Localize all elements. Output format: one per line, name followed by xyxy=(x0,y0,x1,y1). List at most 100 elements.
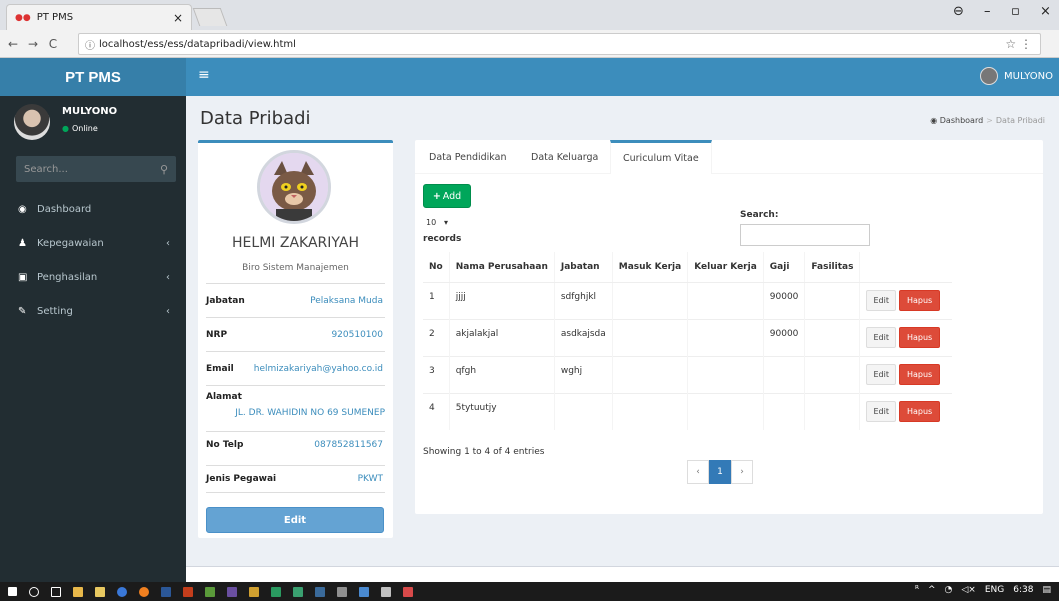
url-input[interactable]: ⓘ localhost/ess/ess/datapribadi/view.htm… xyxy=(78,33,1041,55)
brand-logo[interactable]: PT PMS xyxy=(0,58,186,96)
prev-page-button[interactable]: ‹ xyxy=(687,460,709,484)
row-edit-button[interactable]: Edit xyxy=(866,290,896,311)
close-tab-icon[interactable]: × xyxy=(173,11,183,25)
app-icon[interactable] xyxy=(403,586,413,597)
table-row: 3 qfgh wghj Edit Hapus xyxy=(423,355,952,393)
page-1-button[interactable]: 1 xyxy=(709,460,731,484)
firefox-icon[interactable] xyxy=(139,586,149,597)
add-label: Add xyxy=(442,190,462,202)
cell-keluar xyxy=(687,355,764,393)
search-icon[interactable] xyxy=(29,586,39,597)
maximize-icon[interactable]: ▫ xyxy=(1011,4,1020,19)
profile-box: HELMI ZAKARIYAH Biro Sistem Manajemen Ja… xyxy=(198,140,393,538)
row-edit-button[interactable]: Edit xyxy=(866,327,896,348)
powerpoint-icon[interactable] xyxy=(183,586,193,597)
minimize-icon[interactable]: – xyxy=(984,4,991,19)
people-icon[interactable]: ᴿ xyxy=(915,585,919,595)
reload-icon[interactable]: C xyxy=(46,37,60,51)
language-indicator[interactable]: ENG xyxy=(985,585,1004,595)
column-header[interactable]: No xyxy=(423,252,450,283)
network-icon[interactable]: ◔ xyxy=(945,585,953,595)
row-delete-button[interactable]: Hapus xyxy=(898,290,941,311)
add-button[interactable]: + Add xyxy=(423,184,471,208)
word-icon[interactable] xyxy=(161,586,171,597)
next-page-button[interactable]: › xyxy=(731,460,753,484)
chrome-icon[interactable] xyxy=(117,586,127,597)
user-avatar xyxy=(14,104,50,140)
chevron-left-icon: ‹ xyxy=(166,237,170,249)
user-icon: ♟ xyxy=(18,237,27,249)
column-header[interactable]: Gaji xyxy=(762,252,805,283)
speaker-icon[interactable]: ◁× xyxy=(961,585,975,595)
info-icon: ⓘ xyxy=(85,40,95,52)
url-text: localhost/ess/ess/datapribadi/view.html xyxy=(99,38,296,50)
app-icon[interactable] xyxy=(271,586,281,597)
field-label: Jenis Pegawai xyxy=(206,474,277,484)
table-row: 1 jjjj sdfghjkl 90000 Edit Hapus xyxy=(423,281,952,319)
browser-tab[interactable]: ●● PT PMS × xyxy=(6,4,192,30)
row-delete-button[interactable]: Hapus xyxy=(898,327,941,348)
search-icon[interactable]: ⚲ xyxy=(160,163,168,176)
app-icon[interactable] xyxy=(293,586,303,597)
tab-data-pendidikan[interactable]: Data Pendidikan xyxy=(417,140,518,174)
cell-perusahaan: 5tytuutjy xyxy=(448,392,555,430)
cell-actions: Edit Hapus xyxy=(859,281,952,319)
table-search-input[interactable] xyxy=(740,224,870,246)
app-icon[interactable] xyxy=(337,586,347,597)
column-header[interactable]: Masuk Kerja xyxy=(611,252,688,283)
app-icon[interactable] xyxy=(227,586,237,597)
file-explorer-icon[interactable] xyxy=(95,586,105,597)
cell-masuk xyxy=(611,318,688,356)
app-icon[interactable] xyxy=(249,586,259,597)
records-length-select[interactable]: 10 ▾ xyxy=(423,214,451,230)
app-icon[interactable] xyxy=(315,586,325,597)
app-icon[interactable] xyxy=(205,586,215,597)
dashboard-icon: ◉ xyxy=(18,203,27,215)
sidebar-item-setting[interactable]: ✎ Setting ‹ xyxy=(0,294,186,328)
windows-start-icon[interactable] xyxy=(8,587,17,596)
cell-no: 2 xyxy=(423,318,450,356)
cell-no: 3 xyxy=(423,355,450,393)
cell-perusahaan: qfgh xyxy=(448,355,555,393)
tab-data-keluarga[interactable]: Data Keluarga xyxy=(519,140,610,174)
column-header[interactable]: Keluar Kerja xyxy=(687,252,764,283)
close-window-icon[interactable]: × xyxy=(1040,4,1051,19)
chevron-up-icon[interactable]: ^ xyxy=(928,585,936,595)
profile-row-nrp: NRP 920510100 xyxy=(206,317,385,351)
row-edit-button[interactable]: Edit xyxy=(866,364,896,385)
field-value: 087852811567 xyxy=(314,440,383,450)
cell-perusahaan: akjalakjal xyxy=(448,318,555,356)
sidebar-item-penghasilan[interactable]: ▣ Penghasilan ‹ xyxy=(0,260,186,294)
account-icon[interactable]: ⊖ xyxy=(953,4,964,19)
column-header[interactable]: Fasilitas xyxy=(804,252,860,283)
sidebar-item-kepegawaian[interactable]: ♟ Kepegawaian ‹ xyxy=(0,226,186,260)
app-icon[interactable] xyxy=(359,586,369,597)
store-icon[interactable] xyxy=(73,586,83,597)
records-label: records xyxy=(423,234,462,244)
breadcrumb: ◉ Dashboard > Data Pribadi xyxy=(930,116,1045,125)
column-header[interactable]: Nama Perusahaan xyxy=(448,252,555,283)
bookmark-star-icon[interactable]: ☆ ⋮ xyxy=(1005,37,1032,51)
row-edit-button[interactable]: Edit xyxy=(866,401,896,423)
row-delete-button[interactable]: Hapus xyxy=(898,401,941,423)
task-view-icon[interactable] xyxy=(51,586,61,597)
profile-edit-button[interactable]: Edit xyxy=(206,507,384,533)
profile-row-alamat: Alamat JL. DR. WAHIDIN NO 69 SUMENEP xyxy=(206,385,385,431)
breadcrumb-link[interactable]: Dashboard xyxy=(940,116,983,125)
breadcrumb-separator: > xyxy=(986,116,993,125)
sidebar-search-input[interactable]: Search... ⚲ xyxy=(16,156,176,182)
sidebar-item-dashboard[interactable]: ◉ Dashboard xyxy=(0,192,186,226)
tab-curiculum-vitae[interactable]: Curiculum Vitae xyxy=(610,140,712,174)
cell-gaji: 90000 xyxy=(762,318,805,356)
row-delete-button[interactable]: Hapus xyxy=(898,364,941,385)
app-icon[interactable] xyxy=(381,586,391,597)
chevron-left-icon: ‹ xyxy=(166,271,170,283)
clock[interactable]: 6:38 xyxy=(1013,585,1033,595)
forward-icon[interactable]: → xyxy=(26,37,40,51)
column-header[interactable]: Jabatan xyxy=(553,252,613,283)
sidebar-toggle-icon[interactable]: ≡ xyxy=(198,67,210,83)
back-icon[interactable]: ← xyxy=(6,37,20,51)
user-menu[interactable]: MULYONO xyxy=(980,67,1053,85)
profile-picture xyxy=(257,150,331,224)
notification-icon[interactable]: ▤ xyxy=(1042,585,1051,595)
